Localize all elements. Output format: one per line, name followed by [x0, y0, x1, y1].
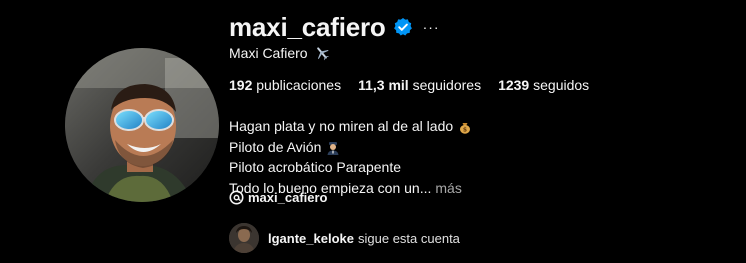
bio-more-link[interactable]: más: [435, 178, 461, 199]
followed-by-text: sigue esta cuenta: [358, 230, 460, 246]
posts-label: publicaciones: [256, 77, 342, 93]
followers-count: 11,3 mil: [358, 77, 409, 93]
bio-text-2: Piloto de Avión: [229, 138, 322, 155]
pilot-emoji-icon: [326, 140, 340, 155]
follower-avatar[interactable]: [229, 223, 259, 253]
following-label: seguidos: [533, 77, 590, 93]
followers-stat[interactable]: 11,3 mil seguidores: [358, 77, 481, 93]
bio-line: Hagan plata y no miren al de al lado $: [229, 116, 472, 137]
bio-text-1: Hagan plata y no miren al de al lado: [229, 118, 454, 134]
avatar-photo: [65, 48, 219, 202]
posts-count: 192: [229, 77, 253, 93]
full-name-row: Maxi Cafiero: [229, 45, 330, 61]
username: maxi_cafiero: [229, 11, 386, 42]
profile-avatar[interactable]: [65, 48, 219, 202]
threads-link[interactable]: maxi_cafiero: [229, 190, 328, 205]
airplane-emoji-icon: [314, 45, 330, 61]
profile-bio: Hagan plata y no miren al de al lado $ P…: [229, 116, 472, 198]
bio-line: Piloto acrobático Parapente: [229, 157, 472, 178]
following-stat[interactable]: 1239 seguidos: [498, 77, 589, 93]
money-bag-emoji-icon: $: [458, 119, 472, 134]
followers-label: seguidores: [412, 77, 482, 93]
follower-username[interactable]: lgante_keloke: [268, 231, 354, 246]
posts-stat[interactable]: 192 publicaciones: [229, 77, 341, 93]
bio-line: Piloto de Avión: [229, 137, 472, 158]
more-options-icon[interactable]: ···: [423, 19, 440, 35]
full-name: Maxi Cafiero: [229, 45, 308, 61]
following-count: 1239: [498, 77, 530, 93]
threads-handle: maxi_cafiero: [248, 190, 328, 205]
profile-stats: 192 publicaciones 11,3 mil seguidores 12…: [229, 77, 606, 93]
svg-text:$: $: [463, 127, 467, 134]
followed-by-row[interactable]: lgante_keloke sigue esta cuenta: [229, 222, 460, 254]
threads-logo-icon: [229, 190, 244, 205]
bio-text-3: Piloto acrobático Parapente: [229, 159, 401, 175]
verified-badge-icon: [393, 17, 413, 37]
username-row: maxi_cafiero ···: [229, 10, 440, 44]
